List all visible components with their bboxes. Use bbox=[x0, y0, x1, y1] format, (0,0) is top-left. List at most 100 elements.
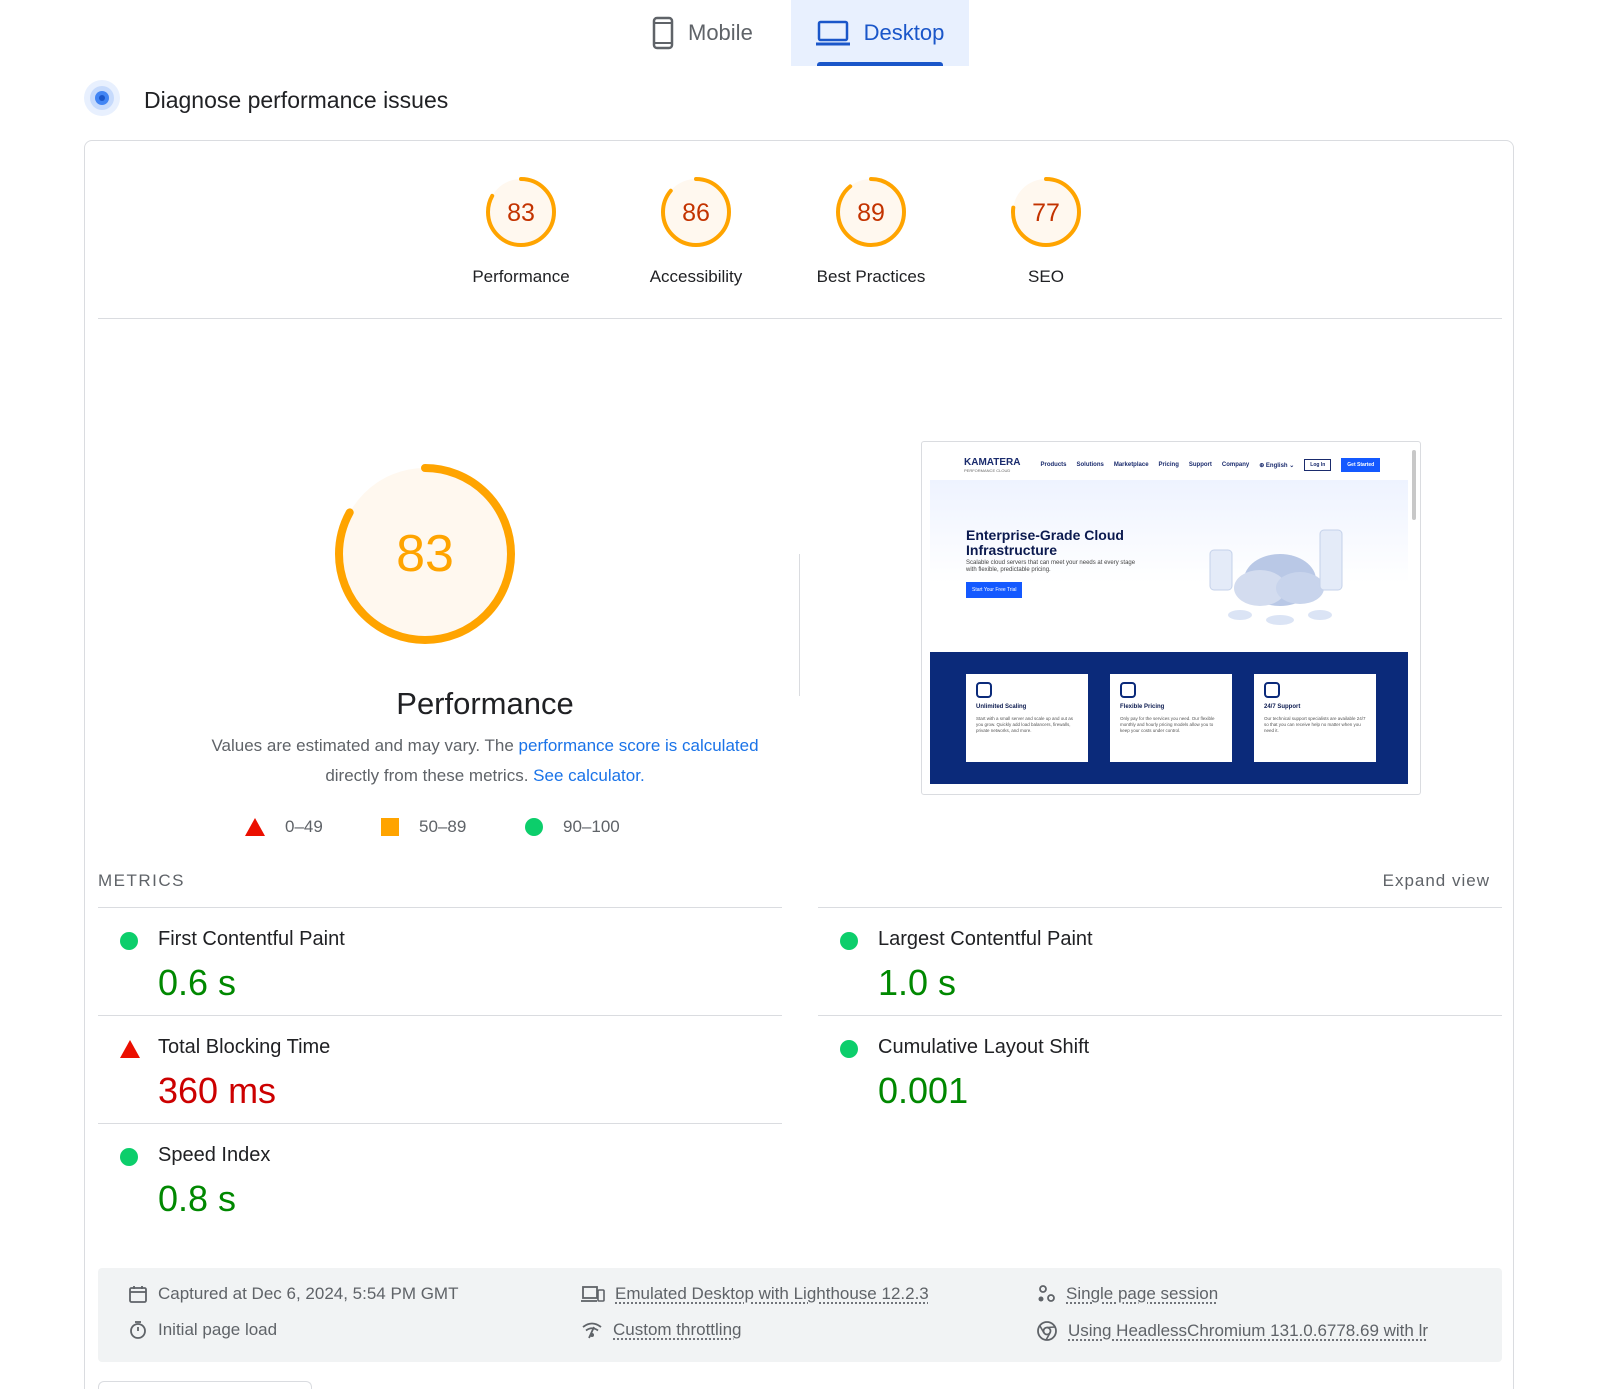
legend-average: 50–89 bbox=[381, 817, 466, 837]
gauge-label: Accessibility bbox=[626, 267, 766, 287]
performance-description: Values are estimated and may vary. The p… bbox=[125, 731, 845, 791]
gauge-label: Best Practices bbox=[801, 267, 941, 287]
thumb-hero: Enterprise-Grade Cloud Infrastructure Sc… bbox=[930, 480, 1408, 652]
performance-title: Performance bbox=[85, 686, 885, 722]
metric-lcp: Largest Contentful Paint 1.0 s bbox=[818, 907, 1502, 1015]
triangle-icon bbox=[245, 818, 265, 836]
legend-range: 50–89 bbox=[419, 817, 466, 837]
gauge-label: SEO bbox=[976, 267, 1116, 287]
captured-at: Captured at Dec 6, 2024, 5:54 PM GMT bbox=[128, 1284, 458, 1304]
thumb-scrollbar bbox=[1412, 450, 1416, 520]
thumb-nav-item: Marketplace bbox=[1114, 462, 1149, 468]
tab-desktop-label: Desktop bbox=[864, 20, 945, 46]
gauge-ring: 77 bbox=[1009, 175, 1083, 249]
initial-load: Initial page load bbox=[128, 1320, 277, 1340]
wallet-icon bbox=[1120, 682, 1136, 698]
legend-poor: 0–49 bbox=[245, 817, 323, 837]
gauge-score: 83 bbox=[507, 199, 535, 227]
metric-value: 360 ms bbox=[158, 1070, 276, 1112]
browser-link[interactable]: Using HeadlessChromium 131.0.6778.69 wit… bbox=[1068, 1321, 1428, 1341]
thumb-hero-text: Scalable cloud servers that can meet you… bbox=[966, 560, 1136, 574]
thumb-nav-item: Solutions bbox=[1077, 462, 1104, 468]
metric-cls: Cumulative Layout Shift 0.001 bbox=[818, 1015, 1502, 1123]
runtime-info: Captured at Dec 6, 2024, 5:54 PM GMT Ini… bbox=[98, 1268, 1502, 1362]
page-title: Diagnose performance issues bbox=[144, 87, 448, 114]
pass-circle-icon bbox=[840, 1040, 858, 1058]
gear-icon bbox=[976, 682, 992, 698]
gauge-seo[interactable]: 77 SEO bbox=[976, 175, 1116, 287]
thumb-feature-card: 24/7 Support Our technical support speci… bbox=[1254, 674, 1376, 762]
thumb-nav-item: Products bbox=[1040, 462, 1066, 468]
active-tab-indicator bbox=[817, 62, 943, 66]
thumb-hero-title: Enterprise-Grade Cloud Infrastructure bbox=[966, 528, 1166, 558]
timer-icon bbox=[128, 1320, 148, 1340]
legend-range: 90–100 bbox=[563, 817, 620, 837]
tab-desktop[interactable]: Desktop bbox=[791, 0, 969, 66]
emulated-device: Emulated Desktop with Lighthouse 12.2.3 bbox=[581, 1284, 929, 1304]
score-legend: 0–49 50–89 90–100 bbox=[245, 817, 745, 841]
thumb-feature-card: Flexible Pricing Only pay for the servic… bbox=[1110, 674, 1232, 762]
gauge-best-practices[interactable]: 89 Best Practices bbox=[801, 175, 941, 287]
pass-circle-icon bbox=[120, 1148, 138, 1166]
legend-good: 90–100 bbox=[525, 817, 620, 837]
session-link[interactable]: Single page session bbox=[1066, 1284, 1218, 1304]
metric-value: 0.001 bbox=[878, 1070, 968, 1112]
pass-circle-icon bbox=[840, 932, 858, 950]
metrics-header: METRICS Expand view bbox=[98, 871, 1502, 895]
circle-icon bbox=[525, 818, 543, 836]
metric-si: Speed Index 0.8 s bbox=[98, 1123, 782, 1231]
audit-filter-tab[interactable] bbox=[98, 1381, 312, 1389]
thumb-logo: KAMATERA PERFORMANCE CLOUD bbox=[964, 457, 1020, 473]
thumb-start: Get Started bbox=[1341, 458, 1380, 472]
tab-mobile[interactable]: Mobile bbox=[652, 0, 753, 66]
metric-fcp: First Contentful Paint 0.6 s bbox=[98, 907, 782, 1015]
metric-value: 1.0 s bbox=[878, 962, 956, 1004]
category-gauges: 83 Performance 86 Accessibility 89 Best … bbox=[85, 175, 1513, 295]
calendar-icon bbox=[128, 1284, 148, 1304]
fail-triangle-icon bbox=[120, 1040, 140, 1058]
metric-value: 0.8 s bbox=[158, 1178, 236, 1220]
laptop-icon bbox=[816, 20, 850, 46]
square-icon bbox=[381, 818, 399, 836]
pass-circle-icon bbox=[120, 932, 138, 950]
expand-view-button[interactable]: Expand view bbox=[1383, 871, 1490, 891]
phone-icon bbox=[652, 16, 674, 50]
gauge-score: 86 bbox=[682, 199, 710, 227]
metric-name: Cumulative Layout Shift bbox=[878, 1036, 1089, 1059]
metric-name: First Contentful Paint bbox=[158, 928, 345, 951]
desc-text: Values are estimated and may vary. The bbox=[211, 736, 518, 755]
gauge-ring: 86 bbox=[659, 175, 733, 249]
thumb-feature-card: Unlimited Scaling Start with a small ser… bbox=[966, 674, 1088, 762]
performance-gauge-large: 83 bbox=[285, 461, 565, 652]
throttling: Custom throttling bbox=[581, 1320, 742, 1340]
cloud-illustration bbox=[1190, 520, 1360, 630]
final-screenshot[interactable]: KAMATERA PERFORMANCE CLOUD Products Solut… bbox=[921, 441, 1421, 795]
metric-name: Total Blocking Time bbox=[158, 1036, 330, 1059]
lighthouse-radar-icon bbox=[84, 80, 120, 121]
legend-range: 0–49 bbox=[285, 817, 323, 837]
metrics-label: METRICS bbox=[98, 871, 185, 891]
throttling-link[interactable]: Custom throttling bbox=[613, 1320, 742, 1340]
gauge-score: 89 bbox=[857, 199, 885, 227]
thumb-nav-item: Pricing bbox=[1159, 462, 1179, 468]
thumb-features-band: Unlimited Scaling Start with a small ser… bbox=[930, 652, 1408, 784]
emulated-link[interactable]: Emulated Desktop with Lighthouse 12.2.3 bbox=[615, 1284, 929, 1304]
gauge-accessibility[interactable]: 86 Accessibility bbox=[626, 175, 766, 287]
see-calculator-link[interactable]: See calculator. bbox=[533, 766, 645, 785]
gauge-label: Performance bbox=[451, 267, 591, 287]
diagnose-header: Diagnose performance issues bbox=[84, 80, 448, 121]
wifi-icon bbox=[581, 1321, 603, 1339]
large-gauge-ring: 83 bbox=[332, 461, 518, 647]
person-icon bbox=[1036, 1284, 1056, 1304]
score-calculated-link[interactable]: performance score is calculated bbox=[519, 736, 759, 755]
metric-value: 0.6 s bbox=[158, 962, 236, 1004]
session: Single page session bbox=[1036, 1284, 1218, 1304]
gauge-score: 77 bbox=[1032, 199, 1060, 227]
divider bbox=[98, 318, 1502, 319]
vertical-divider bbox=[799, 554, 800, 696]
gauge-performance[interactable]: 83 Performance bbox=[451, 175, 591, 287]
thumb-nav-item: Company bbox=[1222, 462, 1249, 468]
gauge-ring: 83 bbox=[484, 175, 558, 249]
tab-mobile-label: Mobile bbox=[688, 20, 753, 46]
metric-name: Speed Index bbox=[158, 1144, 270, 1167]
